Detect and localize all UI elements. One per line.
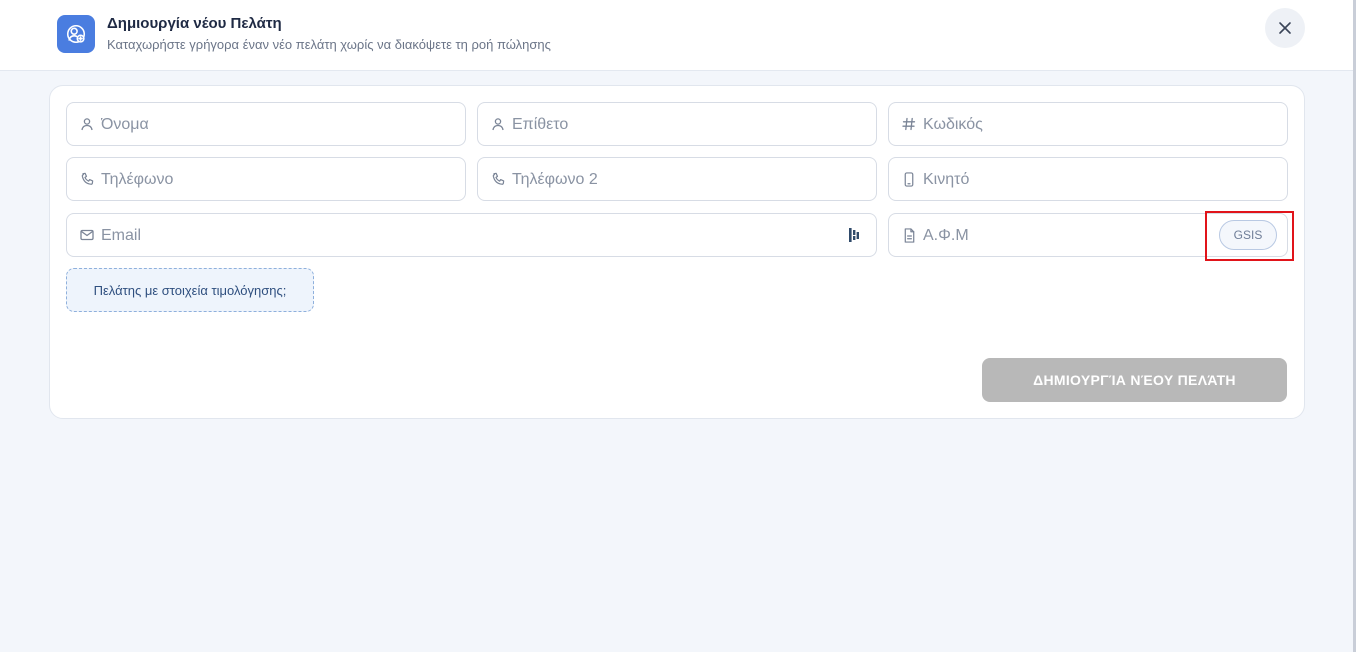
- phone-icon: [490, 171, 506, 187]
- invoice-details-toggle-button[interactable]: Πελάτης με στοιχεία τιμολόγησης;: [66, 268, 314, 312]
- last-name-field[interactable]: [477, 102, 877, 146]
- modal-header: Δημιουργία νέου Πελάτη Καταχωρήστε γρήγο…: [0, 0, 1356, 71]
- create-customer-button[interactable]: ΔΗΜΙΟΥΡΓΊΑ ΝΈΟΥ ΠΕΛΆΤΗ: [982, 358, 1287, 402]
- gsis-button[interactable]: GSIS: [1219, 220, 1277, 250]
- close-icon: [1279, 22, 1291, 34]
- email-input[interactable]: [101, 224, 836, 248]
- mobile-field[interactable]: [888, 157, 1288, 201]
- phone-field[interactable]: [66, 157, 466, 201]
- user-icon: [79, 116, 95, 132]
- page-subtitle: Καταχωρήστε γρήγορα έναν νέο πελάτη χωρί…: [107, 37, 551, 52]
- last-name-input[interactable]: [512, 113, 866, 137]
- first-name-input[interactable]: [101, 113, 455, 137]
- phone2-field[interactable]: [477, 157, 877, 201]
- close-button[interactable]: [1265, 8, 1305, 48]
- hash-icon: [901, 116, 917, 132]
- mobile-input[interactable]: [923, 168, 1277, 192]
- mail-icon: [79, 227, 95, 243]
- mobile-icon: [901, 171, 917, 187]
- phone-icon: [79, 171, 95, 187]
- first-name-field[interactable]: [66, 102, 466, 146]
- password-manager-icon[interactable]: [848, 227, 862, 243]
- vat-input[interactable]: [923, 224, 1197, 248]
- user-icon: [490, 116, 506, 132]
- phone2-input[interactable]: [512, 168, 866, 192]
- document-icon: [901, 227, 917, 243]
- phone-input[interactable]: [101, 168, 455, 192]
- page-title: Δημιουργία νέου Πελάτη: [107, 15, 282, 32]
- user-add-icon: [57, 15, 95, 53]
- email-field[interactable]: [66, 213, 877, 257]
- code-input[interactable]: [923, 113, 1277, 137]
- code-field[interactable]: [888, 102, 1288, 146]
